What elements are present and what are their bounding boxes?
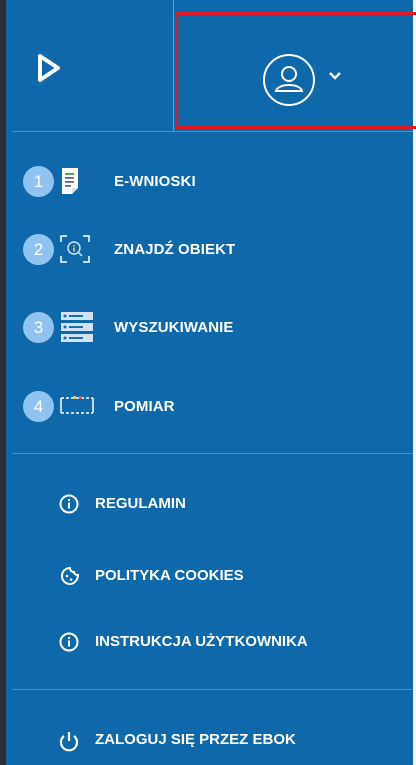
menu-item-pomiar[interactable]: 4 POMIAR bbox=[12, 381, 416, 431]
link-instrukcja-uzytkownika[interactable]: INSTRUKCJA UŻYTKOWNIKA bbox=[12, 622, 416, 662]
cookie-icon bbox=[60, 566, 80, 586]
measure-icon bbox=[60, 396, 94, 414]
link-polityka-cookies[interactable]: POLITYKA COOKIES bbox=[12, 556, 416, 596]
menu-item-wyszukiwanie[interactable]: 3 WYSZUKIWANIE bbox=[12, 302, 416, 352]
chevron-down-icon[interactable] bbox=[328, 71, 342, 81]
menu-item-label: ZNAJDŹ OBIEKT bbox=[114, 240, 236, 258]
panel-header bbox=[12, 0, 416, 132]
step-badge: 4 bbox=[23, 390, 54, 422]
link-regulamin[interactable]: REGULAMIN bbox=[12, 484, 416, 524]
logo-cell[interactable] bbox=[12, 0, 174, 131]
menu-item-label: POMIAR bbox=[114, 397, 175, 415]
login-label: ZALOGUJ SIĘ PRZEZ EBOK bbox=[95, 731, 296, 748]
info-icon bbox=[59, 632, 79, 652]
menu-item-label: WYSZUKIWANIE bbox=[114, 318, 234, 336]
search-list-icon bbox=[61, 312, 93, 342]
power-icon bbox=[59, 732, 79, 752]
document-icon bbox=[62, 168, 78, 194]
menu-item-znajdz-obiekt[interactable]: 2 ZNAJDŹ OBIEKT bbox=[12, 224, 416, 274]
step-badge: 2 bbox=[23, 233, 54, 265]
link-label: REGULAMIN bbox=[95, 495, 186, 512]
menu-item-e-wnioski[interactable]: 1 E-WNIOSKI bbox=[12, 156, 416, 206]
find-object-icon bbox=[60, 235, 90, 263]
play-logo-icon[interactable] bbox=[36, 52, 62, 84]
login-ebok-button[interactable]: ZALOGUJ SIĘ PRZEZ EBOK bbox=[12, 720, 416, 760]
user-avatar-icon[interactable] bbox=[262, 53, 316, 107]
info-icon bbox=[59, 494, 79, 514]
menu-item-label: E-WNIOSKI bbox=[114, 172, 196, 190]
links-divider bbox=[12, 689, 416, 690]
menu-divider bbox=[12, 453, 416, 454]
user-menu-button[interactable] bbox=[175, 12, 416, 129]
side-panel: 1 E-WNIOSKI 2 ZNAJDŹ OBIEKT 3 WYSZUKIWAN… bbox=[0, 0, 416, 765]
step-badge: 3 bbox=[23, 311, 54, 343]
link-label: INSTRUKCJA UŻYTKOWNIKA bbox=[95, 633, 308, 650]
link-label: POLITYKA COOKIES bbox=[95, 567, 244, 584]
step-badge: 1 bbox=[23, 165, 54, 197]
